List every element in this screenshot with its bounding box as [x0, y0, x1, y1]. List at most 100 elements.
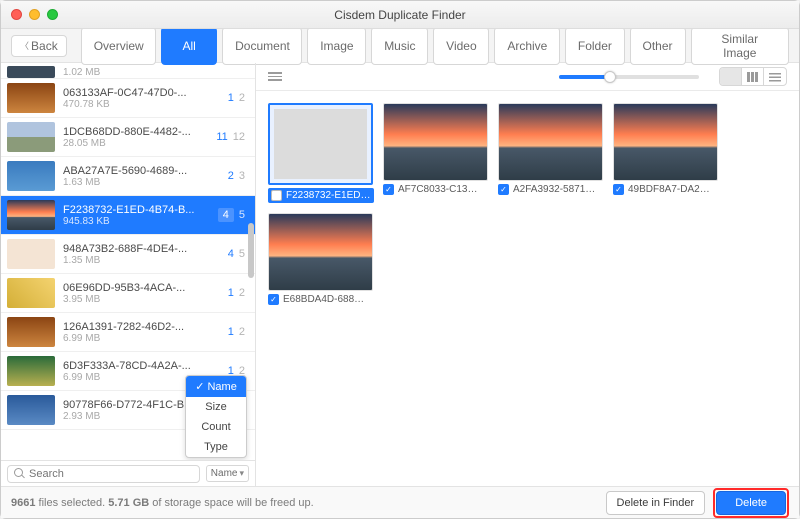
list-item[interactable]: 06E96DD-95B3-4ACA-...3.95 MB 12 [1, 274, 255, 313]
delete-button[interactable]: Delete [716, 491, 786, 515]
sidebar: 1.02 MB063133AF-0C47-47D0-...470.78 KB12… [1, 63, 256, 486]
thumbnail [7, 239, 55, 269]
tab-similar-image[interactable]: Similar Image [691, 27, 790, 65]
checkbox-icon[interactable]: ✓ [383, 184, 394, 195]
duplicate-group-list: 1.02 MB063133AF-0C47-47D0-...470.78 KB12… [1, 63, 255, 460]
delete-in-finder-button[interactable]: Delete in Finder [606, 491, 706, 515]
app-window: Cisdem Duplicate Finder 〈Back OverviewAl… [0, 0, 800, 519]
grid-item[interactable]: ✓ 49BDF8A7-DA2A-... [613, 103, 718, 203]
tab-all[interactable]: All [161, 27, 217, 65]
thumbnail [383, 103, 488, 181]
checkbox-icon[interactable]: ✓ [613, 184, 624, 195]
selected-dup-count: 4 [218, 208, 234, 222]
window-title: Cisdem Duplicate Finder [1, 8, 799, 22]
selected-dup-count: 1 [228, 287, 234, 299]
search-field[interactable] [29, 468, 193, 480]
list-item[interactable]: 948A73B2-688F-4DE4-...1.35 MB45 [1, 235, 255, 274]
view-columns-icon[interactable] [742, 68, 764, 85]
selected-dup-count: 2 [228, 170, 234, 182]
selected-count: 9661 [11, 497, 35, 509]
selected-dup-count: 11 [216, 131, 227, 143]
titlebar: Cisdem Duplicate Finder [1, 1, 799, 29]
thumbnail [7, 278, 55, 308]
file-name: E68BDA4D-688C-... [283, 294, 368, 305]
file-name: A2FA3932-5871-4... [513, 184, 598, 195]
list-toggle-icon[interactable] [268, 72, 282, 81]
file-name: F2238732-E1ED-4... [286, 190, 371, 201]
checkbox-icon[interactable]: ✓ [268, 294, 279, 305]
search-input[interactable] [7, 465, 200, 483]
list-item[interactable]: 1DCB68DD-880E-4482-...28.05 MB 11 12 [1, 118, 255, 157]
main-pane: F2238732-E1ED-4... ✓ AF7C8033-C13B-4... ✓ A2… [256, 63, 799, 486]
file-size: 470.78 KB [63, 99, 220, 110]
thumbnail [7, 395, 55, 425]
sort-option-size[interactable]: Size [186, 397, 246, 417]
tab-overview[interactable]: Overview [81, 27, 156, 65]
tab-other[interactable]: Other [630, 27, 686, 65]
list-item[interactable]: 063133AF-0C47-47D0-...470.78 KB 12 [1, 79, 255, 118]
sort-option-name[interactable]: Name [186, 376, 246, 397]
scrollbar[interactable] [248, 223, 254, 278]
file-size: 28.05 MB [63, 138, 208, 149]
thumbnail [498, 103, 603, 181]
sort-dropdown[interactable]: Name▾ [206, 465, 249, 482]
footer: 9661 files selected. 5.71 GB of storage … [1, 486, 799, 518]
file-name: AF7C8033-C13B-4... [398, 184, 483, 195]
file-name: 063133AF-0C47-47D0-... [63, 87, 220, 99]
thumbnail [7, 200, 55, 230]
total-dup-count: 5 [239, 248, 245, 260]
sort-option-count[interactable]: Count [186, 417, 246, 437]
total-dup-count: 5 [239, 209, 245, 221]
thumbnail [7, 122, 55, 152]
selected-dup-count: 1 [228, 326, 234, 338]
thumbnail [268, 103, 373, 185]
total-dup-count: 2 [239, 92, 245, 104]
thumbnail [7, 317, 55, 347]
checkbox-icon[interactable]: ✓ [498, 184, 509, 195]
grid-item[interactable]: F2238732-E1ED-4... [268, 103, 373, 203]
file-size: 1.63 MB [63, 177, 220, 188]
grid-item[interactable]: ✓ A2FA3932-5871-4... [498, 103, 603, 203]
thumbnail [268, 213, 373, 291]
sort-option-type[interactable]: Type [186, 437, 246, 457]
thumbnail [613, 103, 718, 181]
thumbnail-size-slider[interactable] [559, 75, 699, 79]
thumbnail [7, 356, 55, 386]
list-item[interactable]: 126A1391-7282-46D2-...6.99 MB12 [1, 313, 255, 352]
selected-dup-count: 1 [228, 92, 234, 104]
view-mode-segmented[interactable] [719, 67, 787, 86]
file-size: 6.99 MB [63, 333, 220, 344]
file-size: 3.95 MB [63, 294, 220, 305]
file-name: 49BDF8A7-DA2A-... [628, 184, 713, 195]
file-name: ABA27A7E-5690-4689-... [63, 165, 220, 177]
tab-image[interactable]: Image [307, 27, 366, 65]
file-name: 1DCB68DD-880E-4482-... [63, 126, 208, 138]
tab-video[interactable]: Video [433, 27, 489, 65]
tab-folder[interactable]: Folder [565, 27, 625, 65]
view-grid-icon[interactable] [720, 68, 742, 85]
checkbox-icon[interactable] [271, 190, 282, 201]
total-dup-count: 2 [239, 326, 245, 338]
total-dup-count: 12 [233, 131, 245, 143]
delete-highlight: Delete [713, 488, 789, 518]
tab-archive[interactable]: Archive [494, 27, 560, 65]
file-size: 1.35 MB [63, 255, 220, 266]
list-item[interactable]: ABA27A7E-5690-4689-...1.63 MB23 [1, 157, 255, 196]
toolbar: 〈Back OverviewAllDocumentImageMusicVideo… [1, 29, 799, 63]
tab-document[interactable]: Document [222, 27, 302, 65]
file-name: 06E96DD-95B3-4ACA-... [63, 282, 220, 294]
search-icon [14, 468, 25, 479]
grid-item[interactable]: ✓ E68BDA4D-688C-... [268, 213, 373, 305]
file-size: 945.83 KB [63, 216, 210, 227]
grid-item[interactable]: ✓ AF7C8033-C13B-4... [383, 103, 488, 203]
thumbnail [7, 161, 55, 191]
sort-popup[interactable]: NameSizeCountType [185, 375, 247, 458]
view-list-icon[interactable] [764, 68, 786, 85]
back-button[interactable]: 〈Back [11, 35, 67, 57]
thumbnail [7, 83, 55, 113]
file-name: F2238732-E1ED-4B74-B... [63, 204, 210, 216]
tab-music[interactable]: Music [371, 27, 428, 65]
freed-size: 5.71 GB [108, 497, 149, 509]
total-dup-count: 2 [239, 287, 245, 299]
list-item[interactable]: F2238732-E1ED-4B74-B...945.83 KB 45 [1, 196, 255, 235]
